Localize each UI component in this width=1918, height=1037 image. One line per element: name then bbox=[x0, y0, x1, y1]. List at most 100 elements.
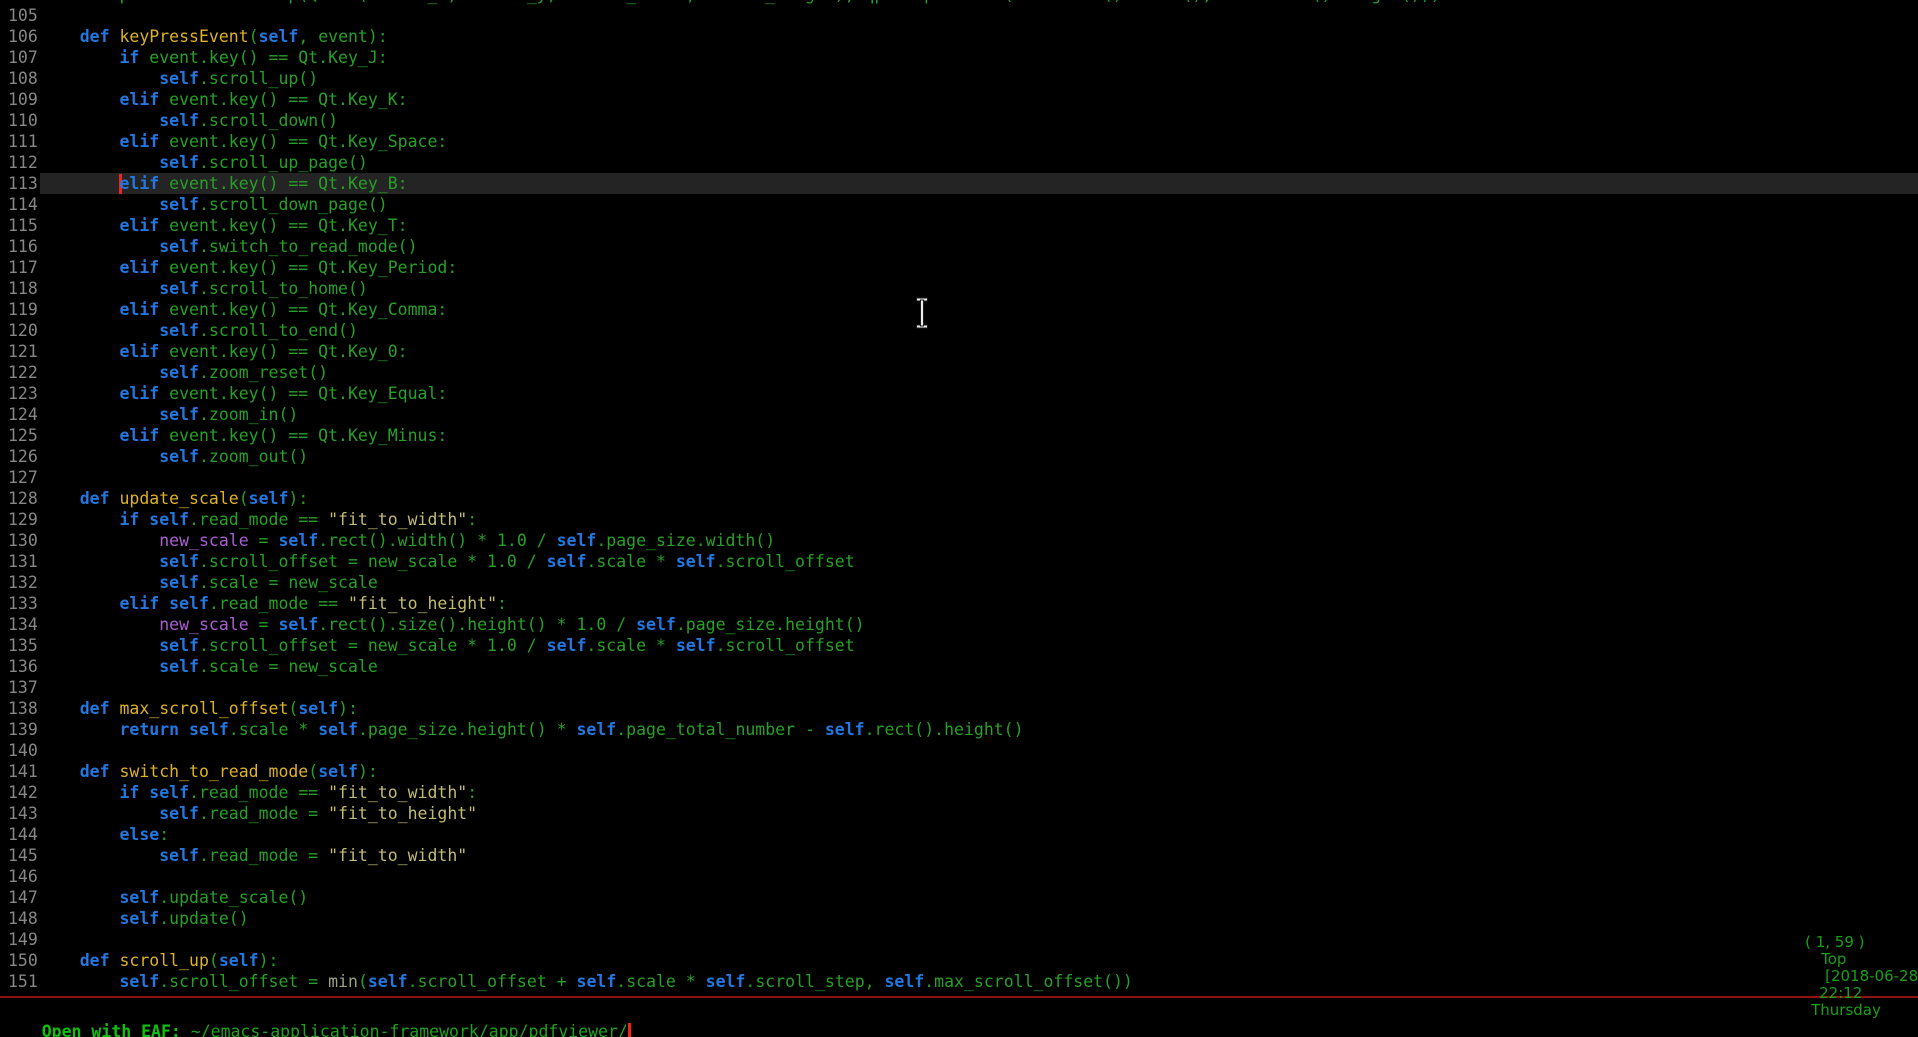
code-text: self.scroll_up_page() bbox=[40, 152, 1918, 173]
line-number: 110 bbox=[0, 110, 40, 131]
code-line[interactable]: 118 self.scroll_to_home() bbox=[0, 278, 1918, 299]
line-number: 140 bbox=[0, 740, 40, 761]
code-line[interactable]: 134 new_scale = self.rect().size().heigh… bbox=[0, 614, 1918, 635]
line-number: 115 bbox=[0, 215, 40, 236]
code-text: self.scroll_down_page() bbox=[40, 194, 1918, 215]
line-number: 123 bbox=[0, 383, 40, 404]
code-line[interactable]: 127 bbox=[0, 467, 1918, 488]
code-line[interactable]: 135 self.scroll_offset = new_scale * 1.0… bbox=[0, 635, 1918, 656]
code-line[interactable]: 117 elif event.key() == Qt.Key_Period: bbox=[0, 257, 1918, 278]
line-number: 122 bbox=[0, 362, 40, 383]
editor-buffer[interactable]: painter.drawPixmap(QRect(render_x, rende… bbox=[0, 0, 1918, 994]
code-line[interactable]: 139 return self.scale * self.page_size.h… bbox=[0, 719, 1918, 740]
code-line[interactable]: 109 elif event.key() == Qt.Key_K: bbox=[0, 89, 1918, 110]
code-text bbox=[40, 929, 1918, 950]
code-line[interactable]: 146 bbox=[0, 866, 1918, 887]
line-number: 118 bbox=[0, 278, 40, 299]
minibuffer[interactable]: Open with EAF: ~/emacs-application-frame… bbox=[2, 1000, 631, 1037]
code-line[interactable]: 122 self.zoom_reset() bbox=[0, 362, 1918, 383]
code-line[interactable]: 123 elif event.key() == Qt.Key_Equal: bbox=[0, 383, 1918, 404]
code-line[interactable]: 147 self.update_scale() bbox=[0, 887, 1918, 908]
cursor-position-indicator: ( 1, 59 ) bbox=[1805, 934, 1864, 951]
line-number: 148 bbox=[0, 908, 40, 929]
code-line[interactable]: 107 if event.key() == Qt.Key_J: bbox=[0, 47, 1918, 68]
code-line[interactable]: 120 self.scroll_to_end() bbox=[0, 320, 1918, 341]
code-line[interactable]: 114 self.scroll_down_page() bbox=[0, 194, 1918, 215]
code-line[interactable]: 142 if self.read_mode == "fit_to_width": bbox=[0, 782, 1918, 803]
code-text: self.scale = new_scale bbox=[40, 656, 1918, 677]
code-line[interactable]: 115 elif event.key() == Qt.Key_T: bbox=[0, 215, 1918, 236]
line-number: 108 bbox=[0, 68, 40, 89]
line-number: 121 bbox=[0, 341, 40, 362]
code-text bbox=[40, 467, 1918, 488]
code-text bbox=[40, 677, 1918, 698]
line-number: 130 bbox=[0, 530, 40, 551]
line-number: 146 bbox=[0, 866, 40, 887]
code-line[interactable]: 132 self.scale = new_scale bbox=[0, 572, 1918, 593]
code-line[interactable]: 137 bbox=[0, 677, 1918, 698]
code-line[interactable]: 149 bbox=[0, 929, 1918, 950]
line-number: 151 bbox=[0, 971, 40, 992]
code-line[interactable]: 141 def switch_to_read_mode(self): bbox=[0, 761, 1918, 782]
code-text: self.scroll_to_end() bbox=[40, 320, 1918, 341]
code-text: self.zoom_reset() bbox=[40, 362, 1918, 383]
code-text: elif event.key() == Qt.Key_Space: bbox=[40, 131, 1918, 152]
code-line[interactable]: 105 bbox=[0, 5, 1918, 26]
line-number: 106 bbox=[0, 26, 40, 47]
code-line[interactable]: 126 self.zoom_out() bbox=[0, 446, 1918, 467]
code-line[interactable]: 151 self.scroll_offset = min(self.scroll… bbox=[0, 971, 1918, 992]
minibuffer-cursor bbox=[628, 1023, 631, 1037]
code-line[interactable]: 128 def update_scale(self): bbox=[0, 488, 1918, 509]
code-text: elif event.key() == Qt.Key_B: bbox=[40, 173, 1918, 194]
code-line[interactable]: 113 elif event.key() == Qt.Key_B: bbox=[0, 173, 1918, 194]
code-line[interactable]: 119 elif event.key() == Qt.Key_Comma: bbox=[0, 299, 1918, 320]
code-text: elif self.read_mode == "fit_to_height": bbox=[40, 593, 1918, 614]
line-number: 114 bbox=[0, 194, 40, 215]
code-text: self.scroll_to_home() bbox=[40, 278, 1918, 299]
code-line[interactable]: 111 elif event.key() == Qt.Key_Space: bbox=[0, 131, 1918, 152]
code-text: self.zoom_in() bbox=[40, 404, 1918, 425]
code-line[interactable]: 106 def keyPressEvent(self, event): bbox=[0, 26, 1918, 47]
code-text: elif event.key() == Qt.Key_0: bbox=[40, 341, 1918, 362]
code-text: if self.read_mode == "fit_to_width": bbox=[40, 782, 1918, 803]
code-line[interactable]: 143 self.read_mode = "fit_to_height" bbox=[0, 803, 1918, 824]
code-text: self.update_scale() bbox=[40, 887, 1918, 908]
code-line[interactable]: 112 self.scroll_up_page() bbox=[0, 152, 1918, 173]
code-line[interactable]: 124 self.zoom_in() bbox=[0, 404, 1918, 425]
code-text: def update_scale(self): bbox=[40, 488, 1918, 509]
code-line[interactable]: 130 new_scale = self.rect().width() * 1.… bbox=[0, 530, 1918, 551]
code-text: elif event.key() == Qt.Key_K: bbox=[40, 89, 1918, 110]
code-lines: 105106 def keyPressEvent(self, event):10… bbox=[0, 5, 1918, 992]
code-text: def keyPressEvent(self, event): bbox=[40, 26, 1918, 47]
code-text: self.scroll_up() bbox=[40, 68, 1918, 89]
line-number: 116 bbox=[0, 236, 40, 257]
code-line[interactable]: 144 else: bbox=[0, 824, 1918, 845]
code-line[interactable]: 145 self.read_mode = "fit_to_width" bbox=[0, 845, 1918, 866]
line-number: 147 bbox=[0, 887, 40, 908]
code-line[interactable]: 131 self.scroll_offset = new_scale * 1.0… bbox=[0, 551, 1918, 572]
code-line[interactable]: 148 self.update() bbox=[0, 908, 1918, 929]
code-line[interactable]: 136 self.scale = new_scale bbox=[0, 656, 1918, 677]
code-line[interactable]: 116 self.switch_to_read_mode() bbox=[0, 236, 1918, 257]
line-number: 127 bbox=[0, 467, 40, 488]
code-text: elif event.key() == Qt.Key_T: bbox=[40, 215, 1918, 236]
minibuffer-prompt: Open with EAF: bbox=[42, 1022, 191, 1037]
line-number: 141 bbox=[0, 761, 40, 782]
line-number: 111 bbox=[0, 131, 40, 152]
code-line[interactable]: 133 elif self.read_mode == "fit_to_heigh… bbox=[0, 593, 1918, 614]
code-line[interactable]: 129 if self.read_mode == "fit_to_width": bbox=[0, 509, 1918, 530]
code-line[interactable]: 108 self.scroll_up() bbox=[0, 68, 1918, 89]
code-line[interactable]: 121 elif event.key() == Qt.Key_0: bbox=[0, 341, 1918, 362]
code-line[interactable]: 150 def scroll_up(self): bbox=[0, 950, 1918, 971]
line-number: 125 bbox=[0, 425, 40, 446]
code-line[interactable]: 125 elif event.key() == Qt.Key_Minus: bbox=[0, 425, 1918, 446]
code-line[interactable]: 140 bbox=[0, 740, 1918, 761]
line-number: 139 bbox=[0, 719, 40, 740]
minibuffer-input[interactable]: ~/emacs-application-framework/app/pdfvie… bbox=[191, 1022, 628, 1037]
line-number: 149 bbox=[0, 929, 40, 950]
line-number: 138 bbox=[0, 698, 40, 719]
code-line[interactable]: 110 self.scroll_down() bbox=[0, 110, 1918, 131]
line-number: 112 bbox=[0, 152, 40, 173]
code-line[interactable]: 138 def max_scroll_offset(self): bbox=[0, 698, 1918, 719]
line-number: 144 bbox=[0, 824, 40, 845]
